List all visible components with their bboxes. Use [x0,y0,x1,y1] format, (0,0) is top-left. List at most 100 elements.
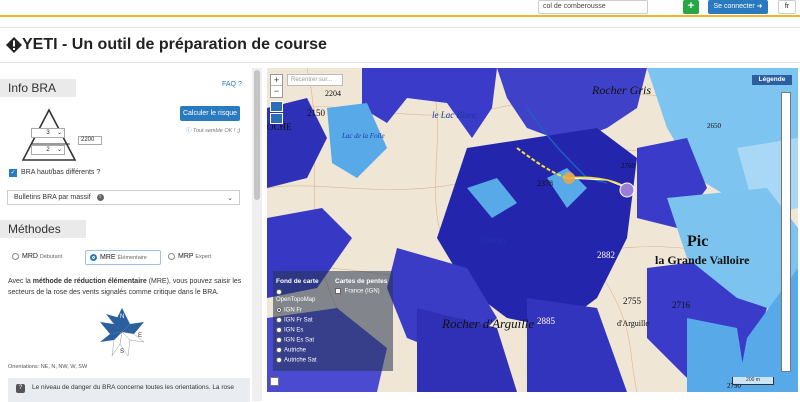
wind-rose[interactable]: N E S W [92,304,152,360]
map-altitude: 2885 [537,316,556,326]
login-label: Se connecter [713,3,755,10]
map-label-rocher-gris: Rocher Gris [591,83,651,97]
info-icon: ⓘ [186,128,192,134]
rose-label-s: S [120,349,124,355]
map-credits-button[interactable] [270,377,279,386]
compute-risk-button[interactable]: Calculer le risque [180,106,240,121]
upper-danger-value: 3 [46,130,50,136]
layer-label: Autriche [284,347,307,354]
map-label-grande-valloire: la Grande Valloire [655,253,750,267]
info-bra-heading: Info BRA [0,79,76,97]
zoom-in-button[interactable]: + [271,75,282,86]
method-level: Expert [195,254,212,260]
top-bar [0,0,800,17]
zoom-control: + − [270,74,283,98]
method-name: MRE [100,254,116,261]
different-bra-checkbox[interactable]: ✓ [9,169,17,177]
map-label-glacier: Glacier [482,236,507,245]
language-button[interactable]: fr [778,0,796,14]
bra-note: ? Le niveau de danger du BRA concerne to… [8,378,250,402]
bulletin-select[interactable]: Bulletins BRA par massif i ⌄ [7,190,240,205]
altitude-input[interactable]: 2200 [78,136,102,145]
method-mrp-option[interactable]: MRP Expert [164,250,234,265]
layer-label: OpenTopoMap [276,297,316,303]
locate-button[interactable] [270,113,283,124]
radio-icon [276,347,282,353]
layer-label: IGN Fr Sat [284,317,313,324]
layer-option[interactable]: IGN Fr [276,307,302,314]
method-level: Élémentaire [117,255,147,261]
radio-icon [276,289,282,295]
add-button[interactable]: + [683,0,699,14]
method-level: Débutant [39,254,63,260]
chevron-down-icon: ⌄ [56,147,62,153]
chevron-down-icon: ⌄ [227,195,233,202]
rose-label-w: W [102,333,108,339]
map-altitude: 2150 [307,108,326,118]
method-mre-option[interactable]: MRE Élémentaire [85,250,161,265]
map-altitude: 2882 [597,250,615,260]
method-mrd-option[interactable]: MRD Débutant [8,250,78,265]
method-description: Avec la méthode de réduction élémentaire… [8,278,242,296]
layer-label: Autriche Sat [284,357,317,364]
map-search-input[interactable]: Recentrer sur... [287,74,343,86]
bulletin-select-value: Bulletins BRA par massif [14,194,91,201]
map-label-rocher-arguille: Rocher d'Arguille [441,316,534,331]
login-button[interactable]: Se connecter ➜ [708,0,768,14]
map-altitude: 2378 [537,179,553,188]
radio-icon [276,337,282,343]
status-text: ⓘ Tout semble OK ! ;) [186,126,240,134]
map-altitude: 2204 [325,89,341,98]
checkbox-icon [335,288,341,294]
radio-selected-icon [90,253,97,261]
layer-option[interactable]: Autriche [276,347,306,354]
page-title: YETI - Un outil de préparation de course [22,36,327,53]
layer-option[interactable]: IGN Es [276,327,303,334]
search-input[interactable]: col de comberousse [538,0,648,14]
upper-danger-select[interactable]: 3 ⌄ [31,128,65,138]
title-bar: YETI - Un outil de préparation de course [0,27,800,63]
layer-label: IGN Es [284,327,304,334]
lower-danger-value: 2 [46,147,50,153]
map-label-pic: Pic [687,233,708,250]
radio-icon [276,317,282,323]
different-bra-label: BRA haut/bas différents ? [21,169,101,176]
layer-option[interactable]: OpenTopoMap [276,297,315,303]
layer-option[interactable]: IGN Fr Sat [276,317,313,324]
method-name: MRD [22,253,38,260]
layer-control: Fond de carte Cartes de pentes France (I… [273,271,393,371]
login-icon: ➜ [756,3,763,10]
legend-button[interactable]: Légende [752,75,792,85]
layer-label: IGN Es Sat [284,337,315,344]
chevron-down-icon: ⌄ [56,130,62,136]
map-altitude: 2760 [621,162,636,170]
bra-note-text: Le niveau de danger du BRA concerne tout… [32,384,234,391]
info-icon: i [96,193,104,201]
slope-layer-option[interactable]: France (IGN) [335,288,380,295]
slope-scale [781,92,791,372]
layer-label: IGN Fr [284,307,302,314]
slope-layer-label: France (IGN) [344,288,380,295]
map-altitude: 2650 [707,122,722,130]
map-label-arguille: d'Arguille [617,319,649,328]
layer-option[interactable]: IGN Es Sat [276,337,314,344]
radio-icon [168,252,175,260]
rose-label-e: E [138,333,142,339]
radio-icon [276,357,282,363]
slope-map-title: Cartes de pentes [335,278,388,285]
method-name: MRP [178,253,194,260]
radio-icon [276,327,282,333]
lower-danger-select[interactable]: 2 ⌄ [31,145,65,155]
panel-scroll-thumb[interactable] [254,70,260,200]
fullscreen-button[interactable] [270,101,283,112]
map-label-lac-blanc: le Lac Blanc [432,110,478,120]
layer-option[interactable]: Autriche Sat [276,357,317,364]
faq-link[interactable]: FAQ ? [222,81,242,88]
zoom-out-button[interactable]: − [271,86,282,97]
question-icon: ? [16,384,25,393]
orientations-text: Orientations: NE, N, NW, W, SW [8,364,88,370]
layer-option[interactable] [276,289,284,296]
map-altitude: 2755 [623,296,642,306]
map-altitude: 2716 [672,300,691,310]
map-label-lac-folle: Lac de la Folle [341,132,385,140]
